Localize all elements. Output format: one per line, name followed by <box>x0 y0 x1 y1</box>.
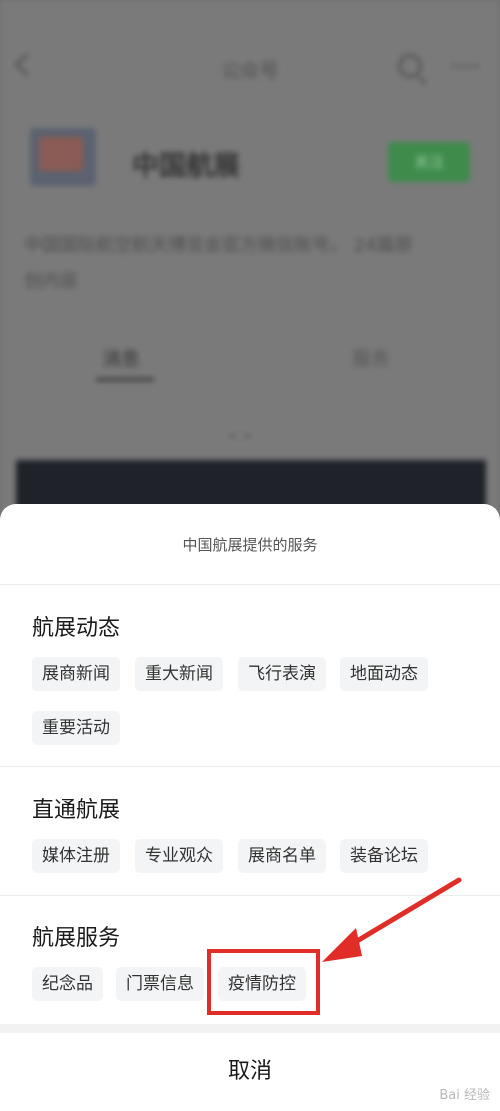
service-chip[interactable]: 展商新闻 <box>32 657 120 691</box>
sheet-gap <box>0 1024 500 1033</box>
service-chip[interactable]: 装备论坛 <box>340 839 428 873</box>
service-chip[interactable]: 专业观众 <box>135 839 223 873</box>
section-title-expo-news: 航展动态 <box>32 616 121 641</box>
nav-bar: 公众号 <box>0 50 500 90</box>
pager-dots <box>230 424 270 439</box>
follow-button[interactable]: 关注 <box>388 142 470 182</box>
divider <box>0 766 500 767</box>
service-chip[interactable]: 展商名单 <box>238 839 326 873</box>
sheet-title: 中国航展提供的服务 <box>182 536 318 554</box>
service-chip[interactable]: 门票信息 <box>116 967 204 1001</box>
service-chip[interactable]: 地面动态 <box>340 657 428 691</box>
service-chip[interactable]: 重要活动 <box>32 711 120 745</box>
service-chip[interactable]: 媒体注册 <box>32 839 120 873</box>
content-tabs: 消息 服务 <box>0 338 500 388</box>
active-tab-indicator <box>96 378 154 381</box>
watermark: Bai 经验 <box>439 1088 490 1103</box>
status-bar <box>22 8 480 28</box>
cancel-button[interactable]: 取消 <box>0 1033 500 1111</box>
divider <box>0 895 500 896</box>
section-title-direct-access: 直通航展 <box>32 798 121 823</box>
search-icon[interactable] <box>398 54 422 78</box>
more-icon[interactable] <box>452 64 478 72</box>
account-name: 中国航展 <box>132 151 240 182</box>
service-chip[interactable]: 重大新闻 <box>135 657 223 691</box>
highlight-box <box>207 949 320 1015</box>
service-chip[interactable]: 纪念品 <box>32 967 103 1001</box>
tab-messages[interactable]: 消息 <box>102 344 140 371</box>
tab-services[interactable]: 服务 <box>352 344 390 371</box>
nav-title: 公众号 <box>221 60 279 82</box>
divider <box>0 584 500 585</box>
service-chip[interactable]: 飞行表演 <box>238 657 326 691</box>
account-description: 中国国际航空航天博览会官方微信账号。 24篇原创内容 <box>24 235 413 292</box>
account-avatar <box>30 128 96 186</box>
services-sheet: 中国航展提供的服务 航展动态 展商新闻 重大新闻 飞行表演 地面动态 重要活动 … <box>0 504 500 1111</box>
section-title-expo-services: 航展服务 <box>32 926 121 951</box>
